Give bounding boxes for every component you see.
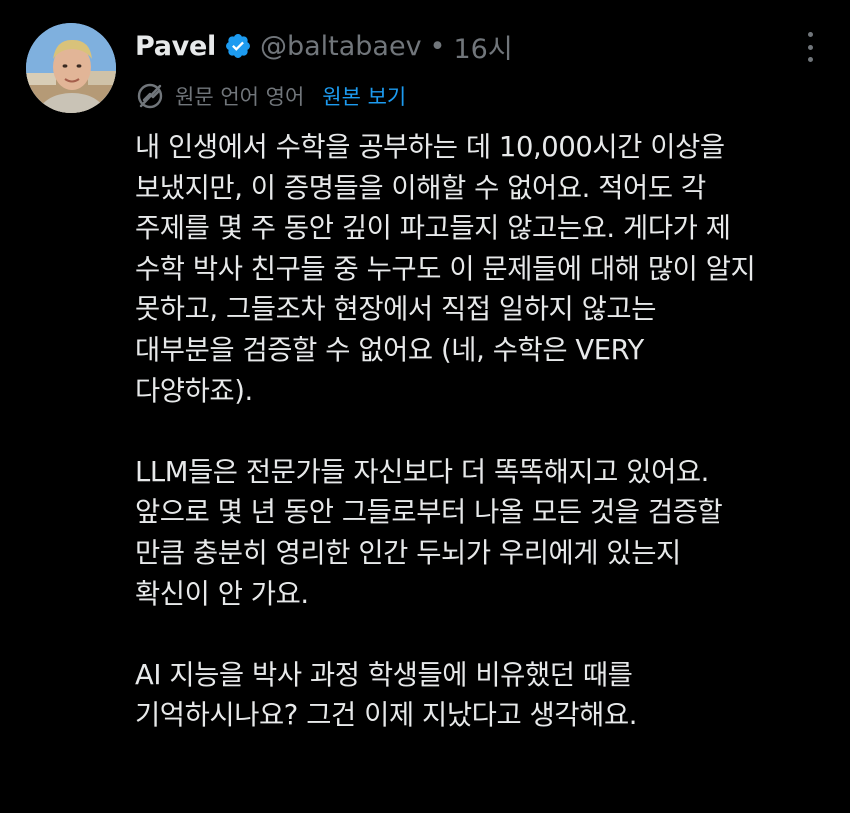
separator-dot: • <box>429 30 446 62</box>
tweet: Pavel @baltabaev • 16시 원문 언어 영어 원본 보기 내 <box>0 0 850 813</box>
verified-badge-icon[interactable] <box>224 32 252 60</box>
text-line: LLM들은 전문가들 자신보다 더 똑똑해지고 있어요. <box>135 456 709 488</box>
text-line: 만큼 충분히 영리한 인간 두뇌가 우리에게 있는지 <box>135 537 681 569</box>
more-dot <box>807 57 813 62</box>
more-options-icon[interactable] <box>804 32 816 62</box>
tweet-timestamp[interactable]: 16시 <box>453 27 512 66</box>
text-line: 대부분을 검증할 수 없어요 (네, 수학은 VERY <box>135 334 644 366</box>
more-dot <box>807 32 813 37</box>
tweet-header: Pavel @baltabaev • 16시 <box>135 26 513 66</box>
tweet-paragraph: AI 지능을 박사 과정 학생들에 비유했던 때를 기억하시나요? 그건 이제 … <box>135 656 835 737</box>
text-line: 내 인생에서 수학을 공부하는 데 10,000시간 이상을 <box>135 132 725 163</box>
text-line: 기억하시나요? 그건 이제 지났다고 생각해요. <box>135 700 638 732</box>
text-line: 보냈지만, 이 증명들을 이해할 수 없어요. 적어도 각 <box>135 172 706 204</box>
text-line: 주제를 몇 주 동안 깊이 파고들지 않고는요. 게다가 제 <box>135 213 731 245</box>
tweet-text: 내 인생에서 수학을 공부하는 데 10,000시간 이상을 보냈지만, 이 증… <box>135 128 835 778</box>
text-line: AI 지능을 박사 과정 학생들에 비유했던 때를 <box>135 659 633 691</box>
more-dot <box>807 44 813 50</box>
author-avatar[interactable] <box>26 23 116 113</box>
text-line: 못하고, 그들조차 현장에서 직접 일하지 않고는 <box>135 294 657 326</box>
translation-note: 원문 언어 영어 <box>175 85 305 109</box>
translate-icon <box>135 81 165 111</box>
author-handle[interactable]: @baltabaev <box>260 31 422 62</box>
avatar-photo <box>26 23 116 113</box>
translation-bar: 원문 언어 영어 원본 보기 <box>135 78 406 114</box>
text-line: 다양하죠). <box>135 375 253 407</box>
text-line: 앞으로 몇 년 동안 그들로부터 나올 모든 것을 검증할 <box>135 497 723 529</box>
view-original-link[interactable]: 원본 보기 <box>322 81 406 111</box>
tweet-paragraph: 내 인생에서 수학을 공부하는 데 10,000시간 이상을 보냈지만, 이 증… <box>135 128 835 412</box>
tweet-paragraph: LLM들은 전문가들 자신보다 더 똑똑해지고 있어요. 앞으로 몇 년 동안 … <box>135 453 835 615</box>
author-name[interactable]: Pavel <box>135 31 216 62</box>
text-line: 수학 박사 친구들 중 누구도 이 문제들에 대해 많이 알지 <box>135 253 756 285</box>
text-line: 확신이 안 가요. <box>135 578 309 610</box>
